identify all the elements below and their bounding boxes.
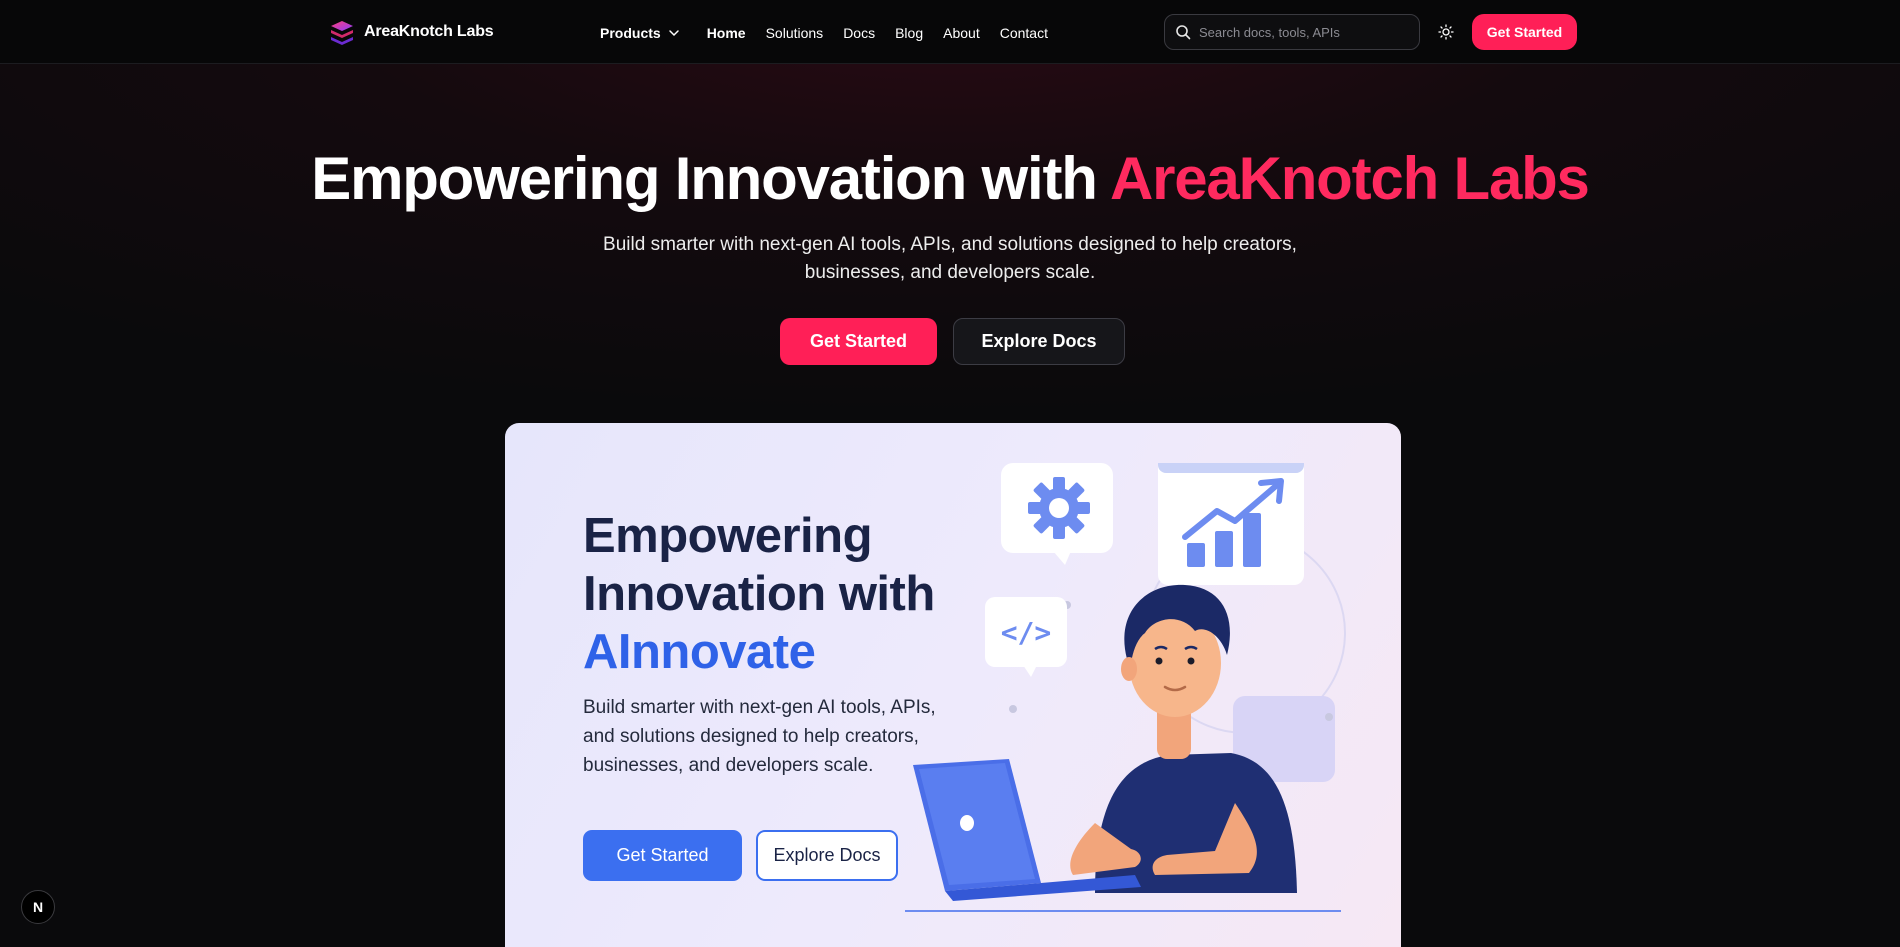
card-subtitle: Build smarter with next-gen AI tools, AP… — [583, 697, 936, 776]
main-nav: Products Home Solutions Docs Blog About … — [600, 22, 1068, 44]
search-icon — [1176, 25, 1191, 40]
card-get-started-button[interactable]: Get Started — [583, 830, 742, 881]
gear-icon — [1028, 477, 1090, 539]
search-box[interactable] — [1164, 14, 1420, 50]
hero-get-started-button[interactable]: Get Started — [780, 318, 937, 365]
page: AreaKnotch Labs Products Home Solutions … — [0, 0, 1900, 947]
developer-illustration: </> — [905, 463, 1346, 912]
nav-about[interactable]: About — [943, 25, 980, 41]
header-get-started-button[interactable]: Get Started — [1472, 14, 1577, 50]
nav-products[interactable]: Products — [600, 25, 681, 41]
card-title-line1: Empowering — [583, 509, 873, 563]
nav-home[interactable]: Home — [707, 25, 746, 41]
hero-title-prefix: Empowering Innovation with — [311, 145, 1110, 212]
hero-explore-docs-button[interactable]: Explore Docs — [953, 318, 1125, 365]
hero-title: Empowering Innovation with AreaKnotch La… — [0, 144, 1900, 213]
hero-subtitle: Build smarter with next-gen AI tools, AP… — [603, 234, 1297, 283]
nav-solutions[interactable]: Solutions — [766, 25, 824, 41]
navbar: AreaKnotch Labs Products Home Solutions … — [0, 0, 1900, 64]
nav-products-label: Products — [600, 25, 661, 41]
nav-contact[interactable]: Contact — [1000, 25, 1048, 41]
card-title-line2: Innovation with — [583, 567, 935, 621]
card-explore-docs-button[interactable]: Explore Docs — [756, 830, 898, 881]
nav-blog[interactable]: Blog — [895, 25, 923, 41]
theme-toggle[interactable] — [1434, 20, 1458, 44]
brand-name: AreaKnotch Labs — [364, 23, 494, 40]
card-title-accent: AInnovate — [583, 625, 816, 679]
gear-bubble — [1001, 463, 1113, 565]
chart-bubble — [1158, 463, 1304, 585]
code-symbol: </> — [1001, 616, 1052, 649]
framework-badge[interactable]: N — [21, 890, 55, 924]
brand[interactable]: AreaKnotch Labs — [328, 18, 494, 46]
chevron-down-icon — [668, 30, 679, 37]
sun-icon — [1438, 24, 1454, 40]
search-input[interactable] — [1199, 24, 1409, 40]
logo-icon — [331, 21, 353, 45]
hero-card: Empowering Innovation with AInnovate Bui… — [505, 423, 1401, 947]
hero-title-accent: AreaKnotch Labs — [1109, 145, 1590, 212]
code-bubble: </> — [985, 597, 1067, 677]
nav-docs[interactable]: Docs — [843, 25, 875, 41]
